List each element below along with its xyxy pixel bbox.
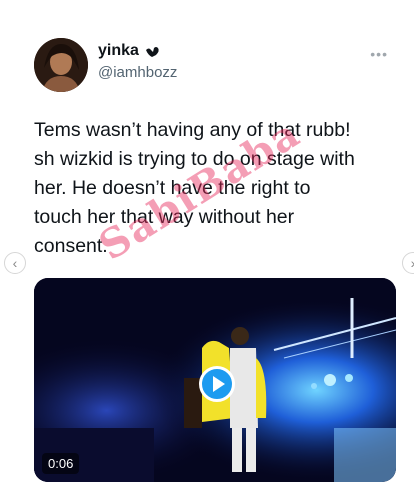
play-button[interactable] — [199, 366, 235, 402]
carousel-next-button[interactable]: › — [402, 252, 414, 274]
verified-badge-icon — [145, 47, 159, 57]
video-player[interactable]: 0:06 — [34, 278, 396, 482]
user-handle[interactable]: @iamhbozz — [98, 64, 177, 81]
video-duration: 0:06 — [42, 453, 80, 474]
author-name-row: yinka — [98, 42, 161, 60]
chevron-left-icon: ‹ — [12, 255, 18, 271]
display-name[interactable]: yinka — [98, 42, 139, 60]
more-options-icon[interactable]: ••• — [370, 46, 388, 62]
chevron-right-icon: › — [411, 256, 414, 270]
avatar-image — [34, 38, 88, 92]
tweet-card: yinka @iamhbozz ••• Tems wasn’t having a… — [26, 26, 398, 492]
carousel-prev-button[interactable]: ‹ — [4, 252, 26, 274]
tweet-text: Tems wasn’t having any of that rubb! sh … — [34, 119, 355, 257]
play-icon — [213, 376, 225, 392]
avatar[interactable] — [34, 38, 88, 92]
